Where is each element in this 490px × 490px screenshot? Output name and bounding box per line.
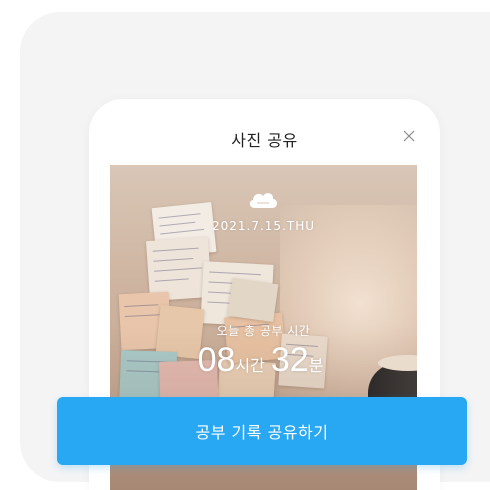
cloud-logo-icon: [249, 193, 277, 208]
close-icon: [403, 130, 415, 142]
app-screen: 사진 공유 2021.7.15.THU 오늘 총 공부 시간 08시간 32분 …: [0, 0, 490, 490]
modal-title: 사진 공유: [231, 131, 298, 150]
total-study-time-label: 오늘 총 공부 시간: [216, 324, 311, 338]
minutes-unit: 분: [308, 356, 324, 375]
share-study-record-button[interactable]: 공부 기록 공유하기: [57, 397, 467, 465]
hours-value: 08: [197, 341, 236, 379]
total-study-time: 08시간 32분: [110, 341, 417, 380]
hours-unit: 시간: [235, 356, 265, 375]
minutes-value: 32: [270, 341, 309, 379]
sticky-note: [227, 277, 279, 323]
close-button[interactable]: [398, 125, 420, 147]
study-date: 2021.7.15.THU: [211, 219, 316, 233]
